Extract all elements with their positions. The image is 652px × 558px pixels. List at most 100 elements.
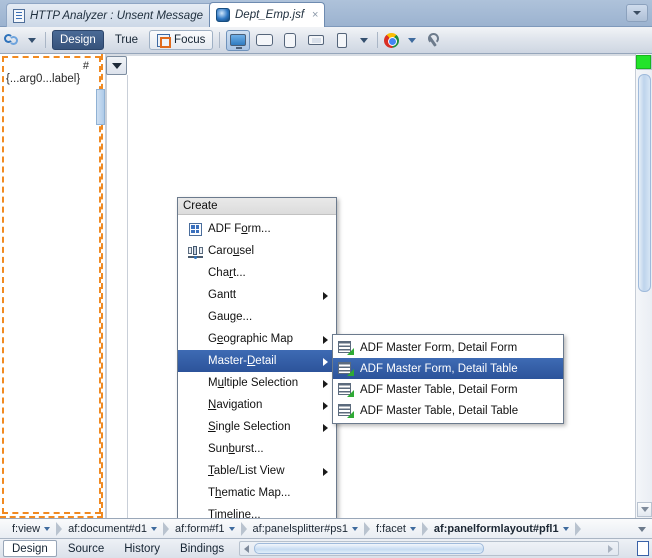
- canvas-column-divider: [127, 75, 128, 518]
- tab-label: History: [124, 542, 161, 555]
- menu-item-master-detail[interactable]: Master-Detail: [178, 350, 336, 372]
- menu-item-sunburst[interactable]: Sunburst...: [178, 438, 336, 460]
- breadcrumb-item-afpanelformlayout[interactable]: af:panelformlayout#pfl1: [426, 520, 581, 538]
- panel-splitter-handle[interactable]: [96, 89, 105, 125]
- menu-item-navigation[interactable]: Navigation: [178, 394, 336, 416]
- wrench-icon[interactable]: [425, 32, 441, 48]
- panel-form-layout-selection-border: [2, 56, 101, 514]
- breadcrumb-label: af:panelformlayout#pfl1: [433, 522, 559, 535]
- el-expression-label: {...arg0...label}: [6, 73, 81, 85]
- device-tablet-portrait-button[interactable]: [278, 30, 302, 51]
- scroll-left-button[interactable]: [240, 542, 253, 555]
- design-canvas: # {...arg0...label} Create ADF Form... C…: [0, 54, 652, 518]
- menu-item-carousel[interactable]: Carousel: [178, 240, 336, 262]
- menu-item-geographic-map[interactable]: Geographic Map: [178, 328, 336, 350]
- editor-tab-label: Dept_Emp.jsf: [235, 9, 305, 21]
- menu-item-label: Thematic Map...: [208, 487, 291, 499]
- breadcrumb-label: af:panelsplitter#ps1: [252, 522, 348, 535]
- tab-history[interactable]: History: [115, 540, 169, 557]
- menu-item-adf-form[interactable]: ADF Form...: [178, 218, 336, 240]
- master-table-detail-table-icon: [338, 403, 354, 418]
- chevron-down-icon[interactable]: [409, 526, 416, 531]
- chevron-down-icon[interactable]: [44, 526, 51, 531]
- editor-tab-http-analyzer[interactable]: HTTP Analyzer : Unsent Message ×: [6, 3, 225, 27]
- breadcrumb-label: f:view: [12, 522, 41, 535]
- design-mode-button[interactable]: Design: [52, 30, 104, 50]
- editor-tab-overflow-button[interactable]: [626, 4, 648, 22]
- horizontal-scrollbar[interactable]: [239, 541, 620, 556]
- breadcrumb-item-ffacet[interactable]: f:facet: [368, 520, 428, 538]
- chrome-icon[interactable]: [384, 32, 400, 48]
- chevron-down-icon[interactable]: [151, 526, 158, 531]
- submenu-arrow-icon: [323, 424, 328, 432]
- facet-dropdown-button[interactable]: [106, 56, 127, 75]
- triangle-left-icon: [244, 544, 250, 553]
- chevron-down-icon[interactable]: [28, 37, 36, 43]
- scrollbar-thumb[interactable]: [254, 543, 485, 554]
- chevron-down-icon[interactable]: [408, 37, 417, 43]
- menu-item-gantt[interactable]: Gantt: [178, 284, 336, 306]
- breadcrumb-overflow-button[interactable]: [635, 522, 649, 536]
- breadcrumb-item-fview[interactable]: f:view: [4, 520, 63, 538]
- device-phone-portrait-button[interactable]: [330, 30, 354, 51]
- ide-window: HTTP Analyzer : Unsent Message × Dept_Em…: [0, 0, 652, 558]
- chevron-down-icon: [633, 11, 641, 15]
- design-toolbar: Design True Focus: [0, 27, 652, 54]
- chevron-down-icon[interactable]: [228, 526, 235, 531]
- menu-item-label: Gantt: [208, 289, 237, 301]
- create-context-menu: Create ADF Form... Carousel Chart... Gan…: [177, 197, 337, 518]
- close-icon[interactable]: ×: [312, 9, 318, 21]
- globe-icon: [216, 8, 230, 22]
- el-hash-label: #: [82, 60, 89, 72]
- chevron-down-icon[interactable]: [360, 37, 369, 43]
- menu-item-label: Timeline...: [208, 509, 261, 518]
- menu-item-multiple-selection[interactable]: Multiple Selection: [178, 372, 336, 394]
- scroll-down-button[interactable]: [637, 502, 652, 517]
- panel-splitter-bar[interactable]: [105, 54, 107, 518]
- status-indicator-green: [636, 55, 651, 69]
- menu-item-label: Chart...: [208, 267, 246, 279]
- canvas-vertical-scrollbar[interactable]: [635, 54, 652, 518]
- menu-item-thematic-map[interactable]: Thematic Map...: [178, 482, 336, 504]
- submenu-item-master-table-detail-table[interactable]: ADF Master Table, Detail Table: [333, 400, 563, 421]
- facet-condition-button[interactable]: True: [107, 30, 146, 50]
- resize-grip[interactable]: [637, 541, 649, 556]
- menu-item-gauge[interactable]: Gauge...: [178, 306, 336, 328]
- refresh-icon[interactable]: [4, 32, 22, 49]
- tab-bindings[interactable]: Bindings: [171, 540, 233, 557]
- submenu-arrow-icon: [323, 292, 328, 300]
- submenu-item-master-form-detail-form[interactable]: ADF Master Form, Detail Form: [333, 337, 563, 358]
- breadcrumb-separator-icon: [574, 521, 581, 536]
- menu-item-single-selection[interactable]: Single Selection: [178, 416, 336, 438]
- breadcrumb-item-afpanelsplitter[interactable]: af:panelsplitter#ps1: [245, 520, 370, 538]
- breadcrumb-item-afdocument[interactable]: af:document#d1: [60, 520, 170, 538]
- menu-item-chart[interactable]: Chart...: [178, 262, 336, 284]
- scrollbar-thumb[interactable]: [638, 74, 651, 292]
- submenu-item-master-table-detail-form[interactable]: ADF Master Table, Detail Form: [333, 379, 563, 400]
- editor-tab-bar: HTTP Analyzer : Unsent Message × Dept_Em…: [0, 0, 652, 27]
- device-desktop-button[interactable]: [226, 29, 251, 51]
- device-phone-landscape-button[interactable]: [304, 30, 328, 51]
- tab-source[interactable]: Source: [59, 540, 113, 557]
- menu-item-label: Multiple Selection: [208, 377, 299, 389]
- submenu-item-master-form-detail-table[interactable]: ADF Master Form, Detail Table: [333, 358, 563, 379]
- chevron-down-icon[interactable]: [562, 526, 569, 531]
- device-tablet-landscape-button[interactable]: [252, 30, 276, 51]
- device-size-group: [226, 29, 354, 51]
- focus-button[interactable]: Focus: [149, 30, 214, 50]
- chevron-down-icon[interactable]: [351, 526, 358, 531]
- panel-form-layout-region[interactable]: # {...arg0...label}: [0, 54, 103, 518]
- scroll-right-button[interactable]: [604, 542, 617, 555]
- menu-item-label: Geographic Map: [208, 333, 294, 345]
- breadcrumb-item-afform[interactable]: af:form#f1: [167, 520, 247, 538]
- context-menu-header: Create: [178, 198, 336, 215]
- editor-tab-dept-emp[interactable]: Dept_Emp.jsf ×: [209, 2, 326, 27]
- menu-item-label: Navigation: [208, 399, 263, 411]
- menu-item-timeline[interactable]: Timeline...: [178, 504, 336, 518]
- menu-item-table-list-view[interactable]: Table/List View: [178, 460, 336, 482]
- carousel-icon: [186, 245, 204, 259]
- phone-portrait-icon: [337, 32, 348, 48]
- tab-design[interactable]: Design: [3, 540, 57, 557]
- chevron-down-icon: [111, 62, 122, 69]
- menu-item-label: Gauge...: [208, 311, 253, 323]
